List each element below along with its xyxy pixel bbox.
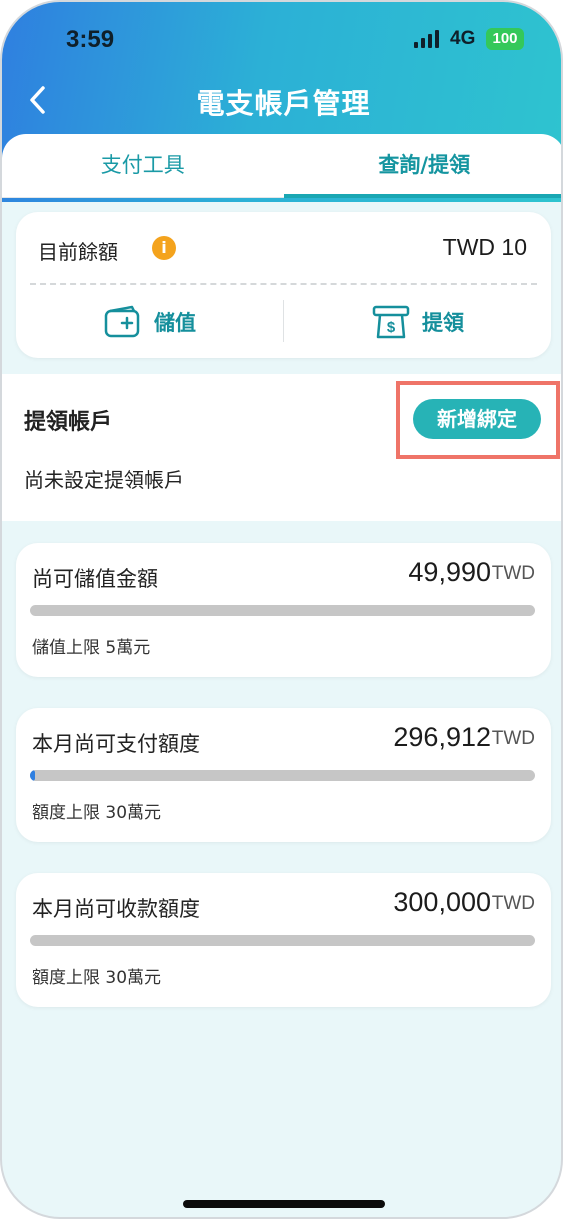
dashed-divider (30, 283, 537, 285)
limit-amount: 49,990 (408, 557, 491, 587)
withdraw-account-status: 尚未設定提領帳戶 (24, 468, 184, 492)
limit-title: 本月尚可支付額度 (32, 732, 200, 756)
action-divider (283, 300, 284, 342)
deposit-button[interactable]: 儲值 (104, 304, 196, 340)
limit-title: 尚可儲值金額 (32, 567, 158, 591)
progress-bar (30, 935, 535, 946)
limit-title: 本月尚可收款額度 (32, 897, 200, 921)
status-bar: 3:59 4G 100 (2, 2, 561, 72)
deposit-label: 儲值 (154, 311, 196, 335)
tab-query-withdraw[interactable]: 查詢/提領 (283, 134, 561, 198)
svg-text:$: $ (387, 319, 396, 336)
phone-screen: 3:59 4G 100 電支帳戶管理 支付工具 查詢/提領 目前餘額 i TWD… (0, 0, 563, 1219)
limit-card-receive: 本月尚可收款額度 300,000 TWD 額度上限 30萬元 (16, 873, 551, 1007)
tab-bar: 支付工具 查詢/提領 (2, 134, 561, 198)
page-title: 電支帳戶管理 (196, 87, 371, 120)
limit-card-payment: 本月尚可支付額度 296,912 TWD 額度上限 30萬元 (16, 708, 551, 842)
balance-label: 目前餘額 (38, 240, 118, 264)
balance-card: 目前餘額 i TWD 10 儲值 $ 提領 (16, 212, 551, 358)
status-time: 3:59 (66, 26, 115, 53)
limit-amount: 300,000 (393, 887, 491, 917)
limit-currency: TWD (491, 728, 535, 749)
withdraw-label: 提領 (422, 311, 464, 335)
limit-currency: TWD (491, 893, 535, 914)
limit-amount: 296,912 (393, 722, 491, 752)
progress-fill (30, 770, 36, 781)
atm-withdraw-icon: $ (372, 305, 410, 339)
signal-icon (414, 30, 440, 48)
nav-bar: 電支帳戶管理 (2, 72, 561, 132)
tab-payment-tools[interactable]: 支付工具 (2, 134, 284, 197)
limit-note: 額度上限 30萬元 (32, 968, 162, 988)
withdraw-account-title: 提領帳戶 (24, 410, 113, 435)
progress-bar (30, 605, 535, 616)
balance-value: TWD 10 (442, 234, 527, 260)
home-indicator[interactable] (183, 1200, 385, 1208)
limit-currency: TWD (491, 563, 535, 584)
withdraw-account-section: 提領帳戶 尚未設定提領帳戶 新增綁定 (2, 374, 561, 521)
limit-card-deposit: 尚可儲值金額 49,990 TWD 儲值上限 5萬元 (16, 543, 551, 677)
limit-note: 儲值上限 5萬元 (32, 638, 151, 658)
progress-bar (30, 770, 535, 781)
network-type: 4G (450, 28, 476, 49)
info-icon[interactable]: i (152, 236, 176, 260)
battery-icon: 100 (486, 28, 524, 50)
wallet-icon (104, 305, 140, 338)
limit-note: 額度上限 30萬元 (32, 803, 162, 823)
withdraw-button[interactable]: $ 提領 (372, 304, 464, 340)
add-binding-button[interactable]: 新增綁定 (413, 399, 541, 439)
